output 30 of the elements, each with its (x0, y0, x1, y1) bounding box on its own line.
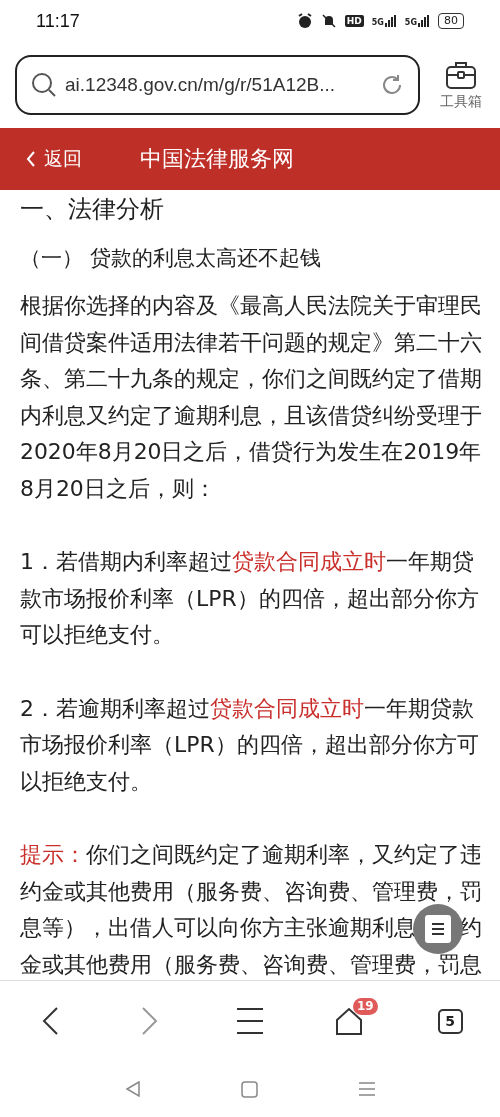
paragraph: 2．若逾期利率超过贷款合同成立时一年期贷款市场报价利率（LPR）的四倍，超出部分你方可以拒绝支付。 (20, 694, 480, 796)
home-icon[interactable] (240, 1080, 258, 1098)
menu-icon (236, 1007, 264, 1035)
notification-badge: 19 (353, 998, 378, 1015)
toolbox-button[interactable]: 工具箱 (432, 59, 490, 111)
status-time: 11:17 (36, 10, 80, 32)
reload-icon[interactable] (380, 73, 404, 97)
paragraph: 根据你选择的内容及《最高人民法院关于审理民间借贷案件适用法律若干问题的规定》第二十六条、第二十九条的规定，你们之间既约定了借期内利息又约定了逾期利息，且该借贷纠纷受理于2020年8月20日之后，借贷行为发生在2019年8月20日之后，则： (20, 292, 482, 503)
chevron-icon (26, 151, 36, 167)
back-link[interactable]: 返回 (26, 146, 82, 172)
forward-icon (141, 1006, 159, 1036)
document-icon (424, 915, 451, 944)
battery-indicator: 80 (438, 13, 464, 29)
subsection-heading: （一） 贷款的利息太高还不起钱 (20, 245, 322, 272)
home-button[interactable]: 19 (320, 996, 380, 1046)
tabs-button[interactable]: 5 (420, 996, 480, 1046)
briefcase-icon (445, 59, 477, 90)
hd-indicator: HD (344, 15, 364, 27)
menu-icon[interactable] (357, 1081, 376, 1097)
paragraph: 1．若借期内利率超过贷款合同成立时一年期贷款市场报价利率（LPR）的四倍，超出部分你方可以拒绝支付。 (20, 548, 480, 650)
search-icon (31, 72, 57, 98)
site-title: 中国法律服务网 (140, 145, 294, 173)
bell-muted-icon (320, 13, 337, 29)
section-heading: 一、法律分析 (20, 194, 165, 224)
alarm-icon (296, 13, 313, 29)
signal-indicator: 5G (404, 15, 430, 27)
signal-indicator: 5G (371, 15, 397, 27)
back-icon (41, 1006, 59, 1036)
address-bar[interactable]: ai.12348.gov.cn/m/g/r/51A12B... (15, 55, 420, 115)
back-icon[interactable] (124, 1080, 141, 1098)
